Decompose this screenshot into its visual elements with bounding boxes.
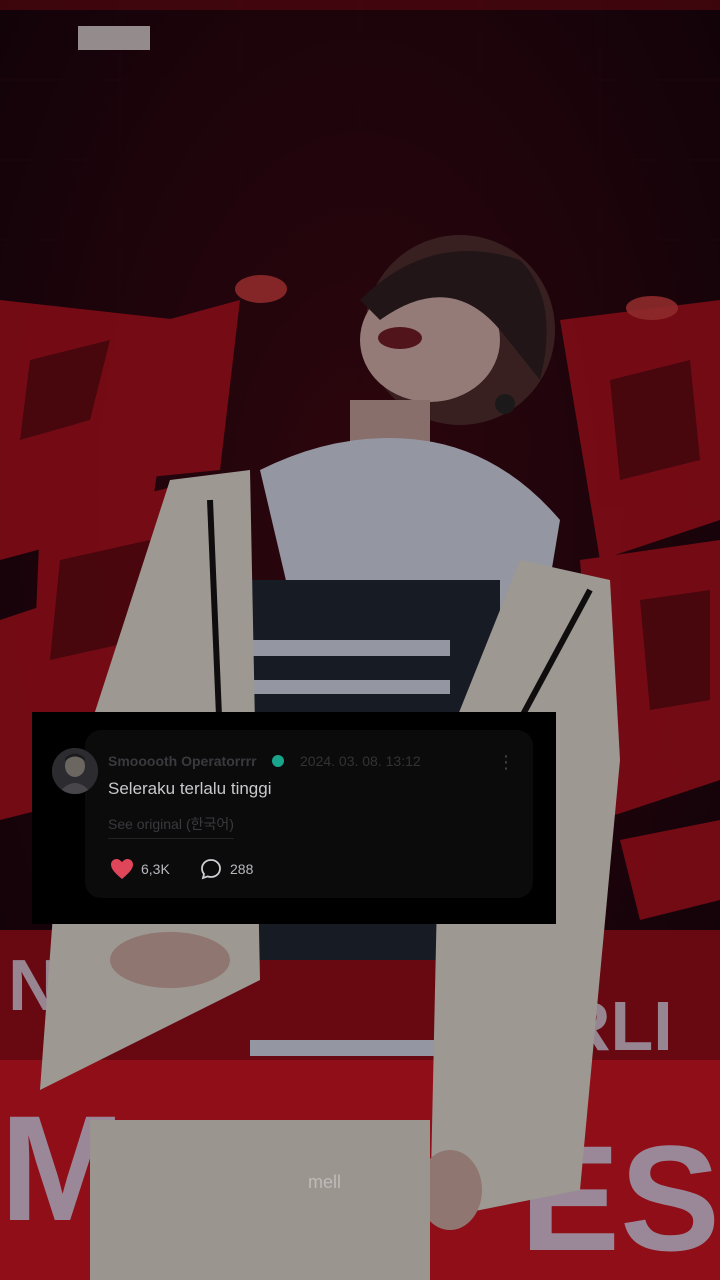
avatar[interactable]: [52, 748, 98, 794]
avatar-image: [52, 748, 98, 794]
heart-icon[interactable]: [110, 858, 134, 880]
original-language: (한국어): [185, 816, 234, 832]
username[interactable]: Smooooth Operatorrrr: [108, 753, 257, 769]
comment-text: Seleraku terlalu tinggi: [108, 779, 272, 798]
more-vertical-icon[interactable]: ⋮: [494, 750, 518, 774]
speech-bubble-icon[interactable]: [200, 858, 222, 880]
timestamp: 2024. 03. 08. 13:12: [300, 753, 421, 769]
see-original-label: See original: [108, 816, 182, 832]
watermark: mell: [308, 1172, 342, 1192]
likes-count: 6,3K: [141, 861, 170, 877]
verified-badge-icon: [272, 755, 284, 767]
replies-count: 288: [230, 861, 254, 877]
dim-overlay: [0, 0, 720, 1280]
comment-card: Smooooth Operatorrrr 2024. 03. 08. 13:12…: [32, 712, 556, 924]
see-original-link[interactable]: See original (한국어): [108, 814, 234, 839]
